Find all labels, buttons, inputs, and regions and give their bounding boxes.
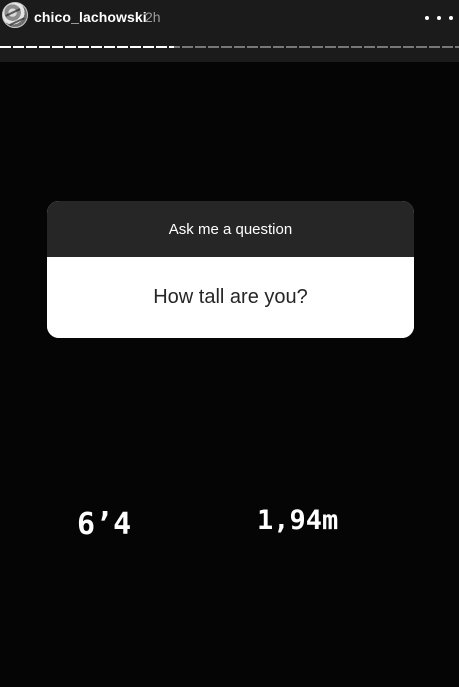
more-dot-icon bbox=[449, 16, 453, 20]
story-header: chico_lachowski 2h bbox=[0, 0, 459, 62]
more-options-icon[interactable] bbox=[425, 10, 453, 26]
more-dot-icon bbox=[437, 16, 441, 20]
height-meters-text: 1,94m bbox=[257, 505, 339, 536]
question-prompt: Ask me a question bbox=[47, 201, 414, 257]
story-progress-bar bbox=[0, 46, 459, 49]
more-dot-icon bbox=[425, 16, 429, 20]
height-feet-text: 6’4 bbox=[77, 507, 132, 542]
profile-avatar[interactable] bbox=[2, 2, 28, 28]
question-text: How tall are you? bbox=[47, 257, 414, 338]
story-view[interactable]: chico_lachowski 2h Ask me a question How… bbox=[0, 0, 459, 687]
username-label[interactable]: chico_lachowski bbox=[34, 9, 147, 25]
story-progress-fill bbox=[0, 46, 175, 48]
question-card: Ask me a question How tall are you? bbox=[47, 201, 414, 338]
post-time-label: 2h bbox=[145, 9, 161, 25]
